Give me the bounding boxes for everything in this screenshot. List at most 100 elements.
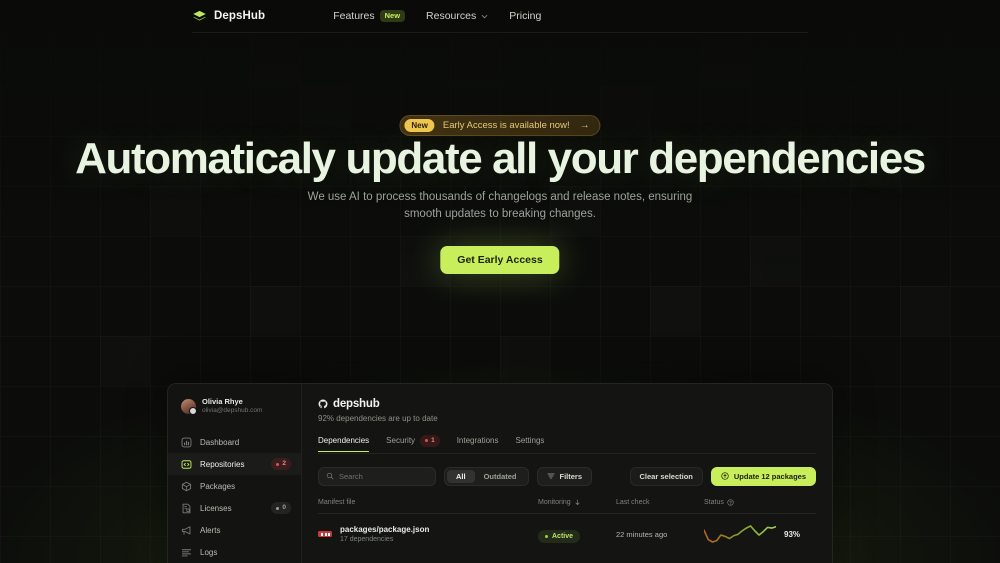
user-profile[interactable]: Olivia Rhye olivia@depshub.com: [168, 397, 301, 415]
segment-all[interactable]: All: [447, 470, 475, 483]
tab-settings[interactable]: Settings: [516, 436, 545, 452]
badge-count: 1: [431, 438, 435, 445]
column-monitoring[interactable]: Monitoring: [538, 499, 616, 506]
github-icon: [318, 399, 328, 409]
lines-icon: [181, 547, 192, 558]
badge-count: 2: [282, 461, 286, 468]
table-row[interactable]: packages/package.json 17 dependencies Ac…: [318, 514, 816, 555]
filters-button[interactable]: Filters: [537, 467, 593, 486]
sidebar-item-label: Alerts: [200, 526, 291, 535]
tab-security[interactable]: Security 1: [386, 435, 440, 454]
update-packages-button[interactable]: Update 12 packages: [711, 467, 816, 486]
nav-links: Features New Resources Pricing: [333, 10, 541, 22]
repository-subtitle: 92% dependencies are up to date: [318, 414, 816, 423]
file-name: packages/package.json: [340, 524, 429, 535]
file-dependencies-count: 17 dependencies: [340, 535, 429, 545]
brand-logo[interactable]: DepsHub: [192, 9, 265, 24]
sidebar-item-logs[interactable]: Logs: [168, 541, 301, 563]
filters-label: Filters: [560, 472, 583, 481]
badge-count: 0: [282, 505, 286, 512]
clear-selection-button[interactable]: Clear selection: [630, 467, 703, 486]
top-navigation: DepsHub Features New Resources Pricing: [192, 0, 808, 33]
update-packages-label: Update 12 packages: [734, 472, 806, 481]
filter-icon: [547, 472, 555, 480]
page-title: Automaticaly update all your dependencie…: [0, 136, 1000, 182]
sidebar-nav: Dashboard Repositories 2: [168, 431, 301, 563]
sidebar-item-label: Dashboard: [200, 438, 291, 447]
tab-label: Settings: [516, 436, 545, 445]
filter-segmented-control: All Outdated: [444, 467, 529, 486]
get-early-access-button[interactable]: Get Early Access: [440, 246, 559, 274]
help-circle-icon[interactable]: [727, 499, 734, 506]
column-manifest-file: Manifest file: [318, 499, 538, 506]
banner-new-badge: New: [404, 119, 434, 132]
avatar: [181, 399, 196, 414]
column-label: Manifest file: [318, 499, 355, 506]
column-last-check: Last check: [616, 499, 704, 506]
license-icon: [181, 503, 192, 514]
tab-integrations[interactable]: Integrations: [457, 436, 499, 452]
arrow-down-icon: [574, 499, 581, 506]
column-label: Status: [704, 499, 724, 506]
search-box[interactable]: [318, 467, 436, 486]
page-subtitle: We use AI to process thousands of change…: [305, 189, 695, 223]
sidebar-item-packages[interactable]: Packages: [168, 475, 301, 497]
tab-label: Integrations: [457, 436, 499, 445]
user-name: Olivia Rhye: [202, 397, 262, 406]
nav-link-label: Pricing: [509, 10, 541, 22]
repository-header: depshub: [318, 398, 816, 410]
app-toolbar: All Outdated Filters Clear selection: [318, 467, 816, 486]
app-mockup: Olivia Rhye olivia@depshub.com Dashboard: [167, 383, 833, 563]
sidebar-badge-licenses: 0: [271, 502, 291, 514]
dependencies-table: Manifest file Monitoring Last check Stat…: [318, 499, 816, 555]
chevron-down-icon: [481, 13, 488, 20]
npm-icon: [318, 531, 332, 537]
early-access-banner[interactable]: New Early Access is available now! →: [399, 115, 600, 136]
sidebar-item-label: Licenses: [200, 504, 263, 513]
repository-icon: [181, 459, 192, 470]
cell-last-check: 22 minutes ago: [616, 530, 704, 539]
package-icon: [181, 481, 192, 492]
column-status: Status: [704, 499, 816, 506]
chart-bar-icon: [181, 437, 192, 448]
tab-badge-security: 1: [420, 435, 440, 447]
status-percent: 93%: [784, 530, 800, 539]
sidebar-item-label: Logs: [200, 548, 291, 557]
segment-outdated[interactable]: Outdated: [475, 470, 526, 483]
nav-link-label: Features: [333, 10, 374, 22]
app-tabs: Dependencies Security 1 Integrations Set…: [318, 435, 816, 454]
column-label: Monitoring: [538, 499, 571, 506]
trend-sparkline: [704, 524, 776, 544]
sidebar-item-label: Packages: [200, 482, 291, 491]
sidebar-item-licenses[interactable]: Licenses 0: [168, 497, 301, 519]
sidebar-item-repositories[interactable]: Repositories 2: [168, 453, 301, 475]
app-sidebar: Olivia Rhye olivia@depshub.com Dashboard: [168, 384, 302, 563]
sidebar-badge-repositories: 2: [271, 458, 291, 470]
megaphone-icon: [181, 525, 192, 536]
table-header: Manifest file Monitoring Last check Stat…: [318, 499, 816, 514]
cell-monitoring: Active: [538, 525, 616, 543]
layers-icon: [192, 9, 207, 24]
arrow-right-icon: →: [580, 120, 590, 131]
tab-label: Dependencies: [318, 436, 369, 445]
banner-text: Early Access is available now!: [443, 120, 570, 131]
repository-name: depshub: [333, 398, 380, 410]
nav-link-pricing[interactable]: Pricing: [509, 10, 541, 22]
nav-link-resources[interactable]: Resources: [426, 10, 488, 22]
nav-link-features[interactable]: Features New: [333, 10, 405, 22]
search-icon: [326, 472, 334, 480]
tab-dependencies[interactable]: Dependencies: [318, 436, 369, 452]
sidebar-item-alerts[interactable]: Alerts: [168, 519, 301, 541]
sidebar-item-dashboard[interactable]: Dashboard: [168, 431, 301, 453]
column-label: Last check: [616, 499, 649, 506]
cell-status: 93%: [704, 524, 816, 544]
nav-link-label: Resources: [426, 10, 476, 22]
status-badge-active: Active: [538, 530, 580, 543]
upload-circle-icon: [721, 472, 729, 480]
brand-name: DepsHub: [214, 10, 265, 22]
app-main: depshub 92% dependencies are up to date …: [302, 384, 832, 563]
search-input[interactable]: [339, 472, 428, 481]
landing-page: DepsHub Features New Resources Pricing N…: [0, 0, 1000, 563]
sidebar-item-label: Repositories: [200, 460, 263, 469]
nav-new-badge: New: [380, 10, 405, 22]
